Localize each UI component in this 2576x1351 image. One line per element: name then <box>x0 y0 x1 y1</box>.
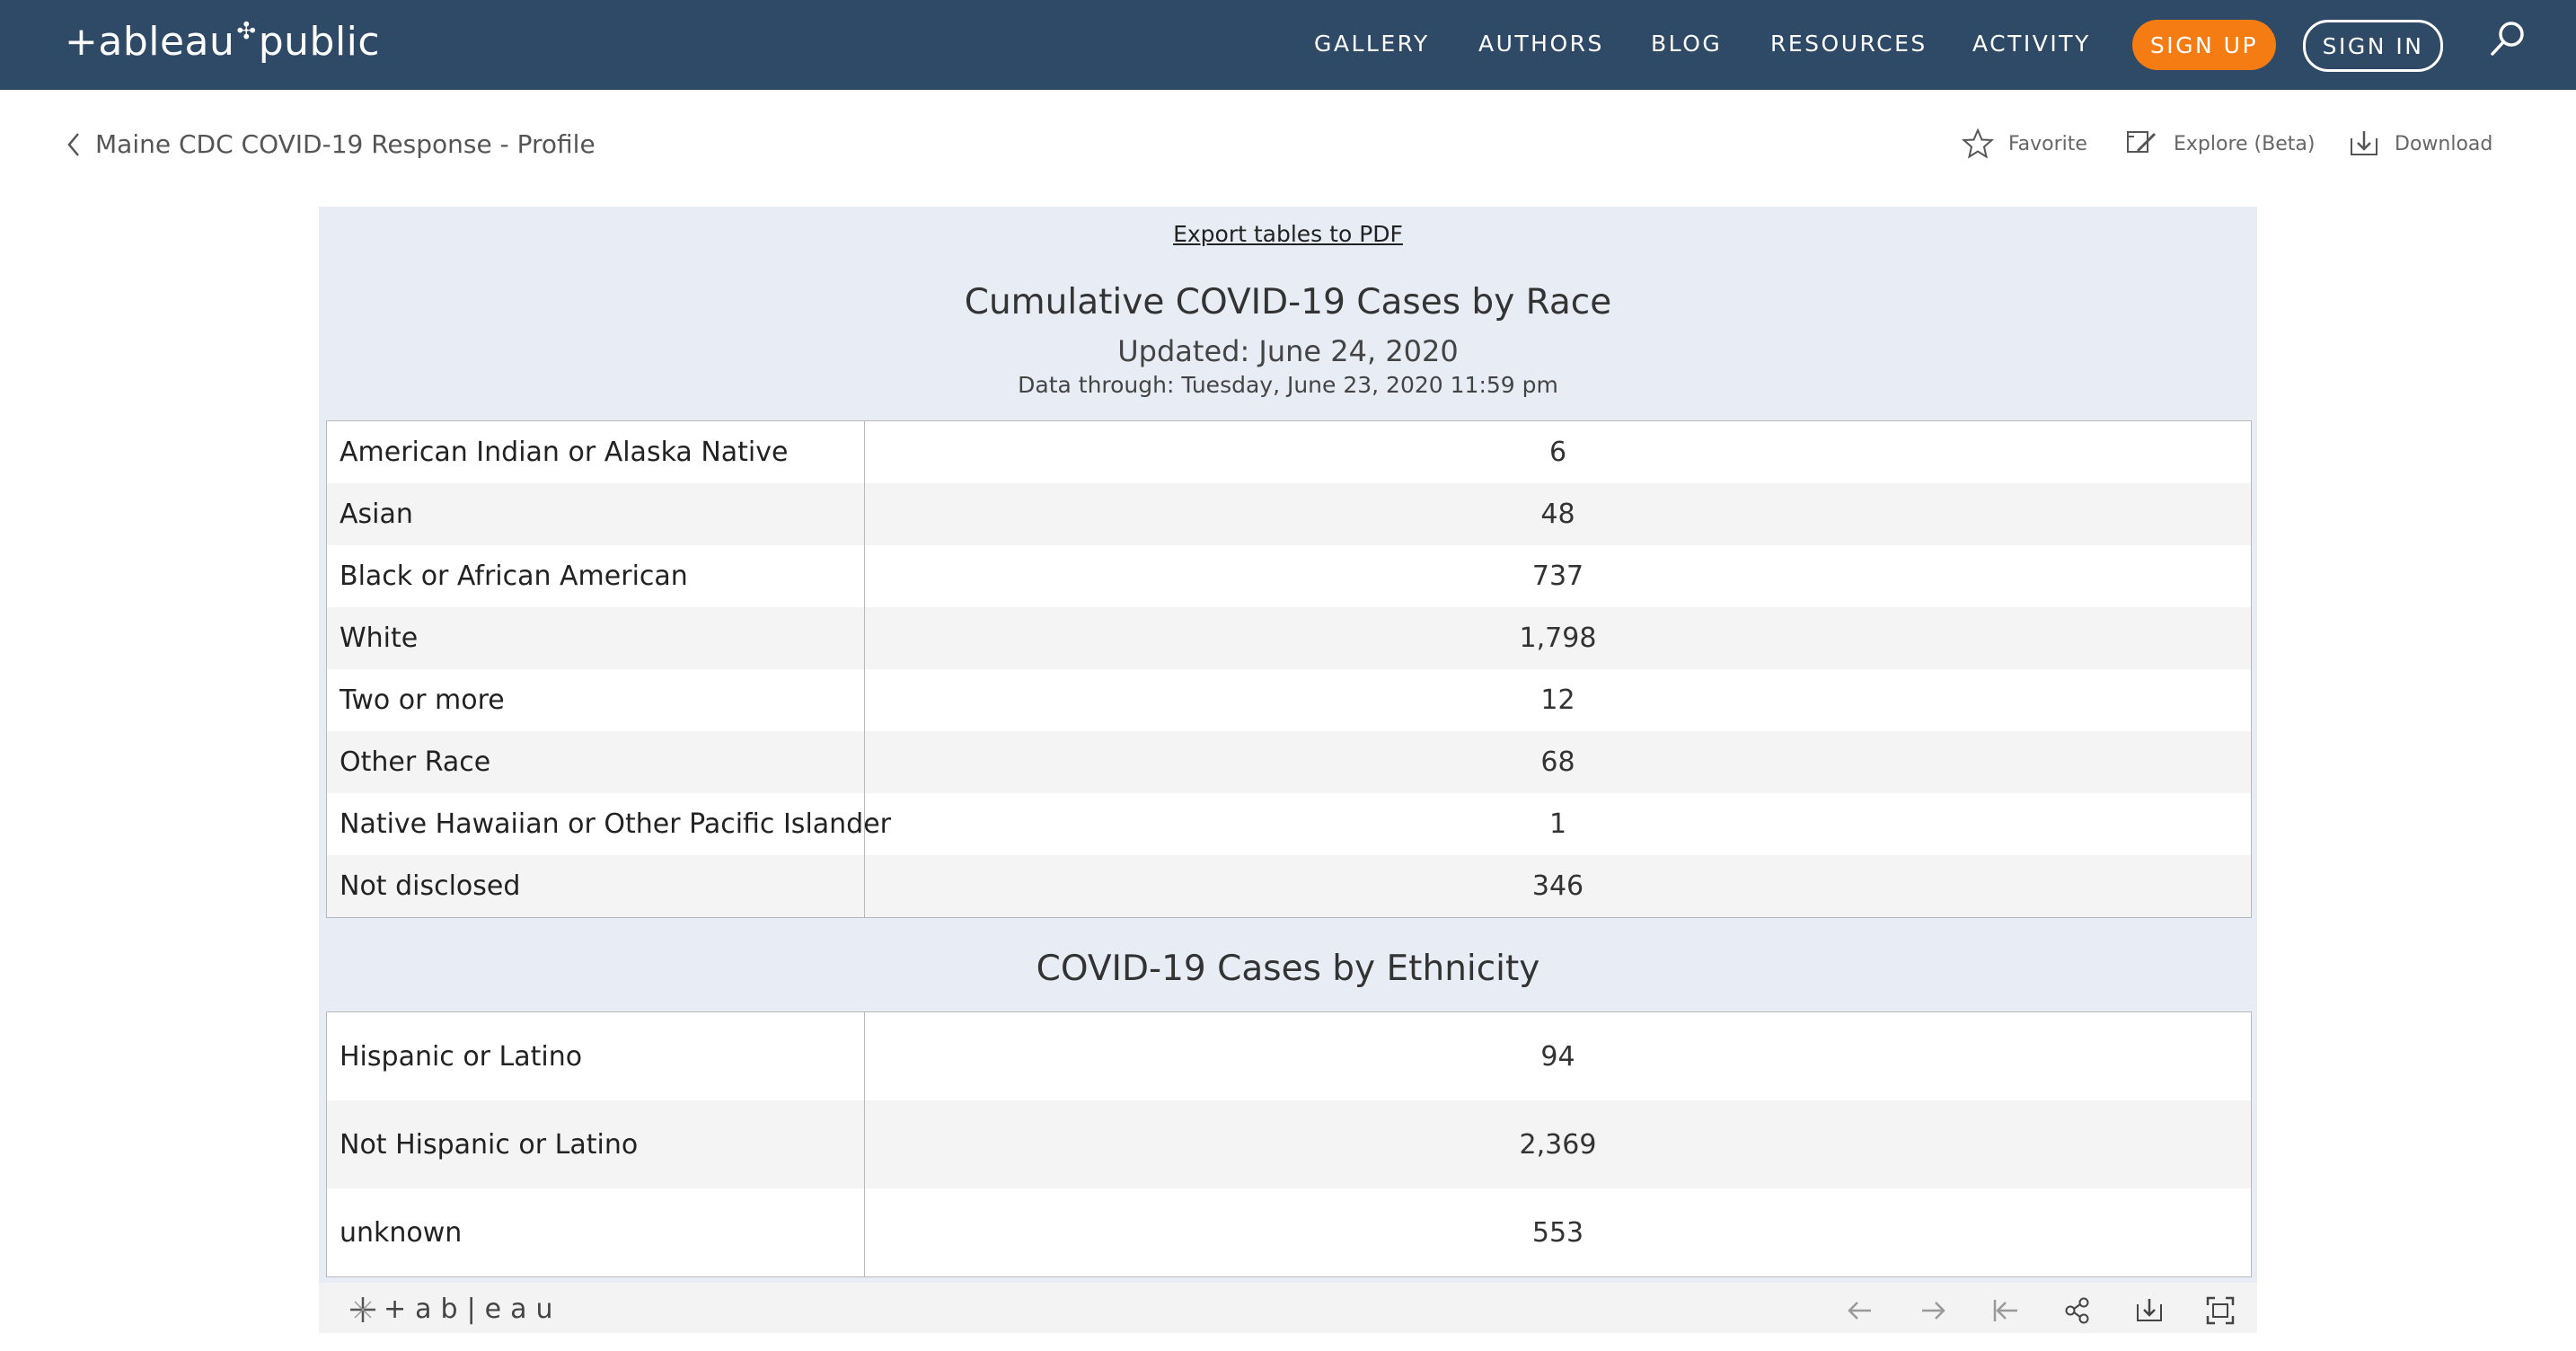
redo-button[interactable] <box>1918 1295 1948 1326</box>
table-row[interactable]: American Indian or Alaska Native 6 <box>327 421 2251 483</box>
race-case-count: 12 <box>1540 684 1575 716</box>
table-row[interactable]: Hispanic or Latino 94 <box>327 1012 2251 1100</box>
download-label: Download <box>2395 132 2493 155</box>
sign-in-button[interactable]: SIGN IN <box>2303 20 2443 72</box>
race-label: Other Race <box>327 731 865 793</box>
arrow-right-icon <box>1922 1302 1945 1320</box>
search-icon <box>2491 22 2524 56</box>
nav-link-resources[interactable]: RESOURCES <box>1770 31 1928 57</box>
fullscreen-button[interactable] <box>2205 1295 2236 1326</box>
race-label: Native Hawaiian or Other Pacific Islande… <box>327 793 891 855</box>
table-row[interactable]: Black or African American 737 <box>327 545 2251 607</box>
ethnicity-label: Not Hispanic or Latino <box>327 1100 865 1188</box>
ethnicity-case-count: 553 <box>1531 1216 1584 1249</box>
tableau-toolbar-logo[interactable]: +ab|eau <box>348 1294 562 1325</box>
favorite-button[interactable]: Favorite <box>1962 128 2087 160</box>
top-navigation-bar: +ableau✣public GALLERY AUTHORS BLOG RESO… <box>0 0 2576 90</box>
race-case-count: 346 <box>1531 870 1584 902</box>
logo-text-public: public <box>258 19 381 65</box>
export-pdf-row: Export tables to PDF <box>319 221 2257 247</box>
export-tables-to-pdf-link[interactable]: Export tables to PDF <box>1173 221 1403 247</box>
share-button[interactable] <box>2062 1295 2093 1326</box>
download-button[interactable]: Download <box>2348 128 2492 160</box>
table-row[interactable]: Not Hispanic or Latino 2,369 <box>327 1100 2251 1188</box>
ethnicity-label: unknown <box>327 1188 865 1276</box>
explore-edit-icon <box>2127 131 2157 153</box>
race-label: Not disclosed <box>327 855 865 917</box>
race-label: White <box>327 607 865 669</box>
back-to-profile-link[interactable]: Maine CDC COVID-19 Response - Profile <box>66 129 595 159</box>
ethnicity-label: Hispanic or Latino <box>327 1012 865 1100</box>
search-button[interactable] <box>2486 18 2529 61</box>
ethnicity-table: Hispanic or Latino 94 Not Hispanic or La… <box>326 1011 2252 1277</box>
nav-link-gallery[interactable]: GALLERY <box>1314 31 1430 57</box>
table-row[interactable]: Asian 48 <box>327 483 2251 545</box>
race-table: American Indian or Alaska Native 6 Asian… <box>326 420 2252 918</box>
race-data-through: Data through: Tuesday, June 23, 2020 11:… <box>1018 372 1558 398</box>
fullscreen-icon <box>2206 1296 2235 1325</box>
table-row[interactable]: Two or more 12 <box>327 669 2251 731</box>
toolbar-logo-text: +ab|eau <box>384 1294 562 1325</box>
race-label: Asian <box>327 483 865 545</box>
nav-link-blog[interactable]: BLOG <box>1651 31 1722 57</box>
explore-label: Explore (Beta) <box>2174 132 2316 155</box>
tableau-viz-container: Export tables to PDF Cumulative COVID-19… <box>319 207 2257 1333</box>
share-icon <box>2065 1297 2089 1324</box>
revert-icon <box>1993 1300 2017 1321</box>
tableau-public-logo[interactable]: +ableau✣public <box>65 18 380 65</box>
nav-link-activity[interactable]: ACTIVITY <box>1972 31 2091 57</box>
back-link-label: Maine CDC COVID-19 Response - Profile <box>95 129 595 159</box>
table-row[interactable]: Other Race 68 <box>327 731 2251 793</box>
ethnicity-case-count: 2,369 <box>1519 1128 1597 1161</box>
race-label: Two or more <box>327 669 865 731</box>
revert-button[interactable] <box>1990 1295 2021 1326</box>
download-icon <box>2137 1299 2162 1321</box>
sign-up-button[interactable]: SIGN UP <box>2132 20 2276 70</box>
nav-link-authors[interactable]: AUTHORS <box>1478 31 1604 57</box>
download-icon <box>2351 131 2378 155</box>
logo-text-tableau: +ableau <box>65 19 235 65</box>
arrow-left-icon <box>1848 1302 1871 1320</box>
viz-toolbar: +ab|eau <box>319 1283 2257 1333</box>
race-case-count: 48 <box>1540 499 1575 530</box>
ethnicity-case-count: 94 <box>1540 1040 1575 1073</box>
race-label: Black or African American <box>327 545 865 607</box>
table-row[interactable]: unknown 553 <box>327 1188 2251 1276</box>
race-label: American Indian or Alaska Native <box>327 421 865 483</box>
race-case-count: 6 <box>1548 437 1567 468</box>
viz-download-button[interactable] <box>2134 1295 2165 1326</box>
ethnicity-table-title: COVID-19 Cases by Ethnicity <box>1036 949 1540 989</box>
race-table-title: Cumulative COVID-19 Cases by Race <box>964 282 1612 322</box>
table-row[interactable]: White 1,798 <box>327 607 2251 669</box>
race-case-count: 1 <box>1548 808 1567 840</box>
favorite-label: Favorite <box>2008 132 2087 155</box>
tableau-cross-icon <box>350 1296 375 1322</box>
explore-beta-button[interactable]: Explore (Beta) <box>2125 128 2315 160</box>
chevron-left-icon <box>67 132 79 156</box>
race-updated-date: Updated: June 24, 2020 <box>1117 334 1459 368</box>
sparkle-icon: ✣ <box>236 18 257 45</box>
undo-button[interactable] <box>1845 1295 1875 1326</box>
race-case-count: 68 <box>1540 746 1575 778</box>
star-icon <box>1962 128 1994 159</box>
table-row[interactable]: Native Hawaiian or Other Pacific Islande… <box>327 793 2251 855</box>
race-case-count: 1,798 <box>1519 623 1597 654</box>
table-row[interactable]: Not disclosed 346 <box>327 855 2251 917</box>
race-case-count: 737 <box>1531 561 1584 592</box>
